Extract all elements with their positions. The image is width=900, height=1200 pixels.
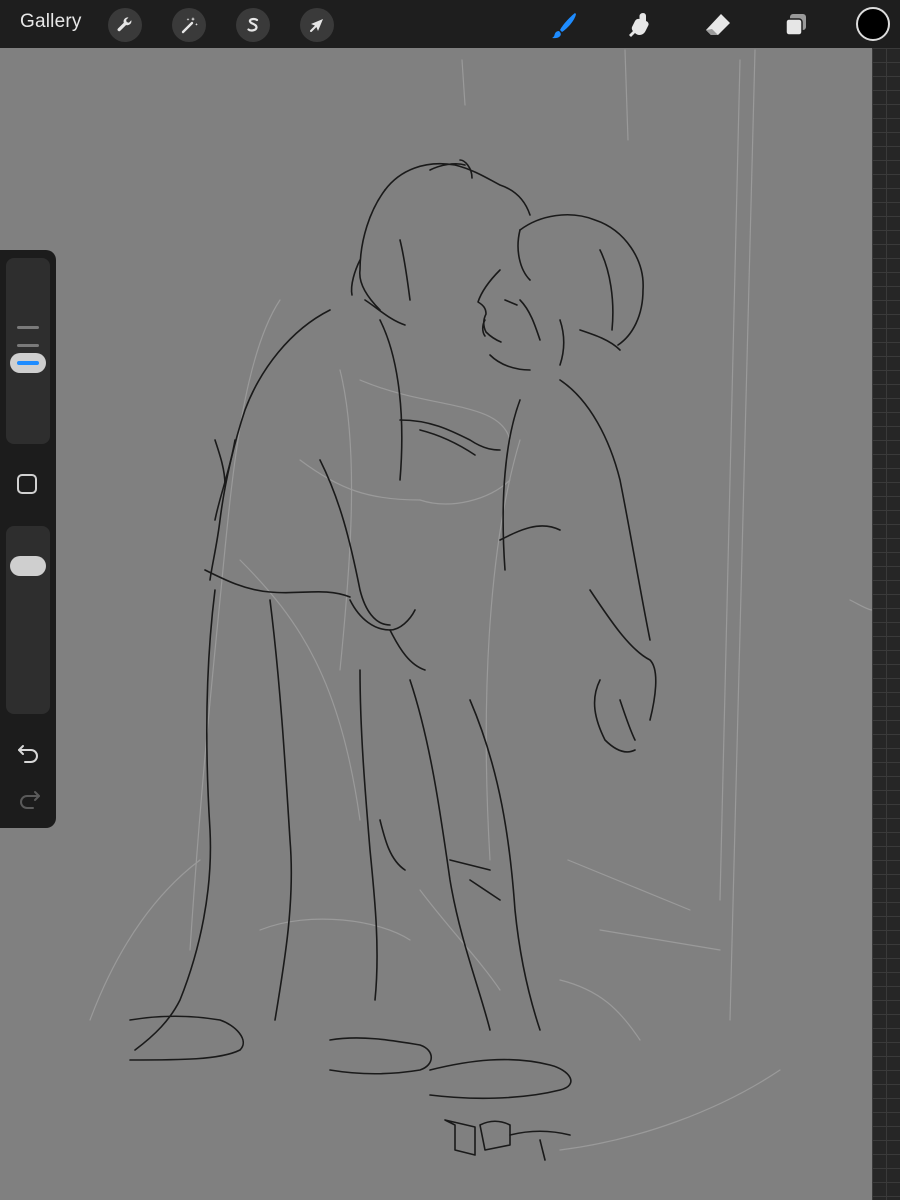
opacity-thumb[interactable] [10,556,46,576]
smudge-finger-icon [629,13,649,37]
opacity-slider[interactable] [6,526,50,714]
top-toolbar: Gallery [0,0,900,48]
modify-button[interactable] [17,474,37,494]
eraser-tool-button[interactable] [700,8,736,42]
size-indicator [17,361,39,365]
gallery-button[interactable]: Gallery [20,11,82,33]
undo-button[interactable] [16,740,42,764]
magic-wand-icon [181,17,198,34]
brush-tool-button[interactable] [546,8,582,42]
smudge-tool-button[interactable] [622,8,658,42]
undo-icon [18,745,38,763]
size-tick [17,344,39,347]
redo-button[interactable] [16,786,42,810]
adjustments-button[interactable] [172,8,206,42]
layers-button[interactable] [778,8,814,42]
color-picker-button[interactable] [856,7,890,41]
eraser-icon [706,14,730,35]
selection-s-icon [247,17,259,32]
actions-button[interactable] [108,8,142,42]
drawing-canvas[interactable] [0,48,872,1200]
brush-icon [552,13,576,39]
canvas-grid-edge [872,48,900,1200]
brush-size-slider[interactable] [6,258,50,444]
transform-button[interactable] [300,8,334,42]
layers-icon [785,14,806,36]
selection-button[interactable] [236,8,270,42]
sketch-artwork [89,49,872,1161]
redo-icon [20,791,40,809]
brush-size-thumb[interactable] [10,353,46,373]
size-tick [17,326,39,329]
left-sidebar [0,250,56,828]
wrench-icon [117,17,132,32]
arrow-cursor-icon [310,19,323,32]
